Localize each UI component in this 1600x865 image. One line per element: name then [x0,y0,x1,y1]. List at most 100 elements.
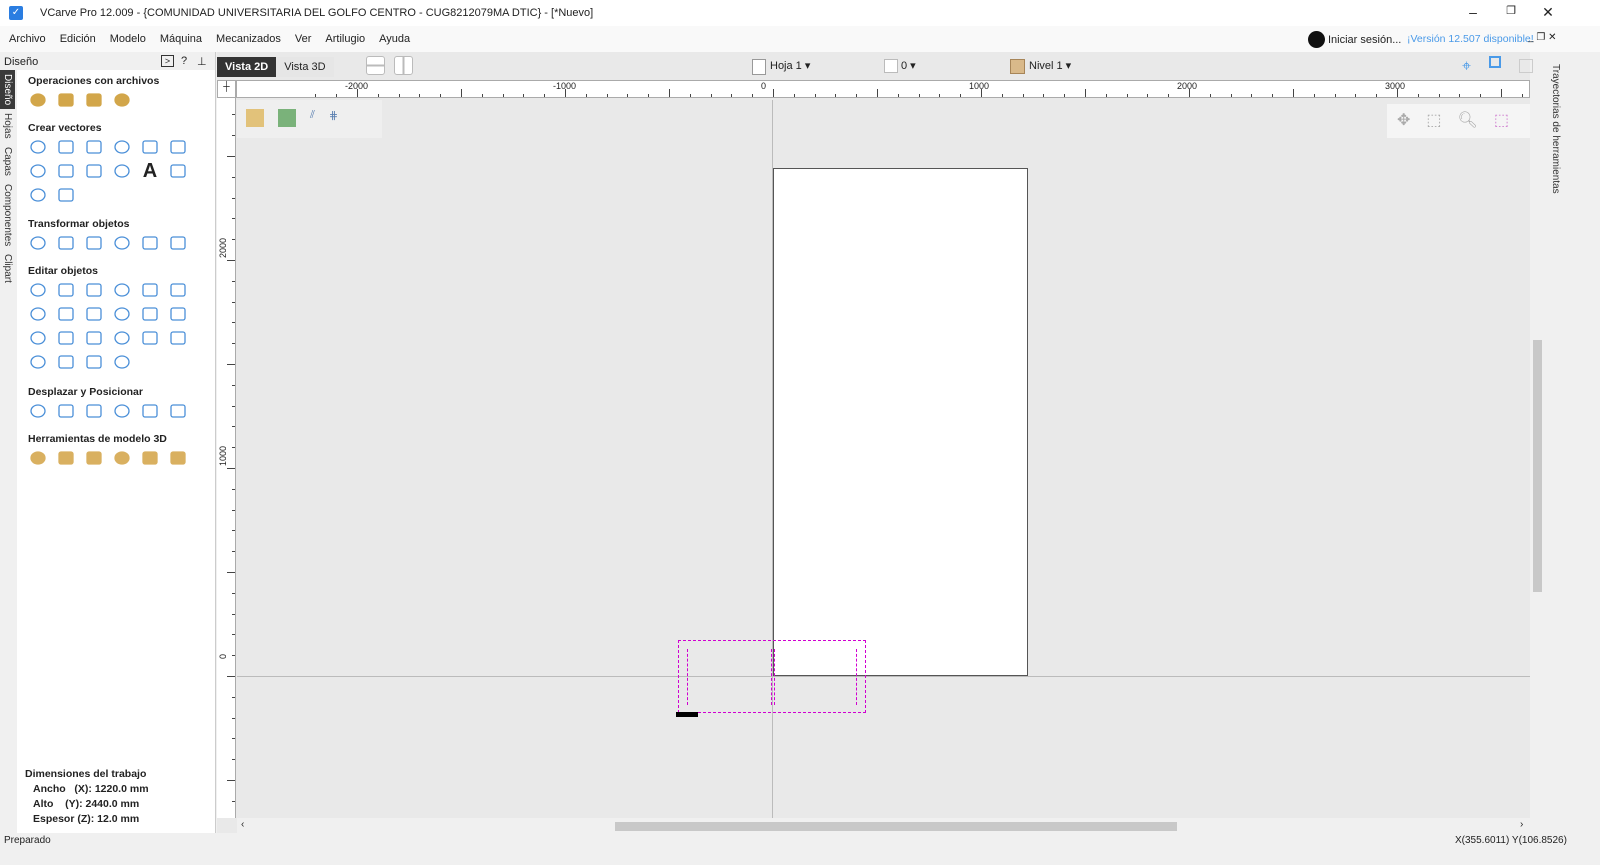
pan-icon[interactable]: ✥ [1397,110,1410,132]
smooth-icon[interactable] [83,327,105,349]
panel-window-controls[interactable]: _ ❐ ✕ [1528,32,1556,43]
fill-icon[interactable] [83,160,105,182]
measure-icon[interactable] [167,279,189,301]
split-horizontal-icon[interactable] [366,56,385,75]
menu-máquina[interactable]: Máquina [153,26,209,52]
sidebar-tab-clipart[interactable]: Clipart [0,250,15,287]
sidebar-tab-diseño[interactable]: Diseño [0,70,15,110]
transform-icon[interactable] [83,279,105,301]
zoom-box-icon[interactable]: ⬚ [1426,110,1441,132]
horizontal-scroll-thumb[interactable] [615,822,1177,831]
horizontal-scrollbar[interactable]: ‹ › [237,818,1530,833]
cylinder-icon[interactable] [83,447,105,469]
signin-button[interactable]: Iniciar sesión... [1308,31,1401,48]
drawing-icon[interactable] [111,160,133,182]
intersect-icon[interactable] [83,303,105,325]
label-icon[interactable] [167,400,189,422]
menu-mecanizados[interactable]: Mecanizados [209,26,288,52]
toolpaths-panel-tab[interactable]: Trayectorias de herramientas [1545,52,1567,833]
menu-ver[interactable]: Ver [288,26,319,52]
grid-icon[interactable] [1519,59,1533,73]
fillet-icon[interactable] [27,327,49,349]
scale-icon[interactable] [55,232,77,254]
update-link[interactable]: ¡Versión 12.507 disponible! [1407,33,1534,45]
scroll-left-icon[interactable]: ‹ [241,819,244,830]
drawing-view[interactable]: ⫽ ⋕ ✥ ⬚ 🔍︎ ⬚ [237,100,1530,818]
arc-icon[interactable] [27,160,49,182]
snap-icon[interactable]: ⌖ [1462,58,1471,76]
sidebar-tab-hojas[interactable]: Hojas [0,109,15,143]
plane-icon[interactable] [167,447,189,469]
sidebar-tab-componentes[interactable]: Componentes [0,180,15,250]
group-select-icon[interactable] [111,279,133,301]
extend-icon[interactable] [55,351,77,373]
component-3d-icon[interactable] [55,447,77,469]
zoom-page-icon[interactable]: 🔍︎ [1458,110,1478,132]
node-edit-icon[interactable] [55,279,77,301]
auto-text-icon[interactable] [167,160,189,182]
select-icon[interactable] [27,279,49,301]
join-icon[interactable] [139,279,161,301]
scroll-right-icon[interactable]: › [1520,819,1523,830]
sidebar-tab-capas[interactable]: Capas [0,143,15,180]
zoom-selection-icon[interactable]: ⬚ [1494,110,1509,132]
rectangle-icon[interactable] [83,136,105,158]
maximize-button[interactable]: ❐ [1496,4,1526,22]
split-vertical-icon[interactable] [394,56,413,75]
toolpath-icon[interactable]: ⫽ [310,109,315,129]
ellipse-icon[interactable] [55,136,77,158]
autohide-icon[interactable]: > [161,55,174,67]
text-on-curve-icon[interactable] [27,184,49,206]
new-file-icon[interactable] [27,89,49,111]
menu-ayuda[interactable]: Ayuda [372,26,417,52]
ruler-origin-icon[interactable]: ┼ [217,80,236,98]
arc-extend-icon[interactable] [83,351,105,373]
mirror-icon[interactable] [111,232,133,254]
menu-archivo[interactable]: Archivo [2,26,53,52]
selected-object-bbox[interactable] [676,640,866,717]
offset-icon[interactable] [111,327,133,349]
rounded-rect-icon[interactable] [27,351,49,373]
layer-3d-icon[interactable] [111,447,133,469]
model-3d-icon[interactable] [27,447,49,469]
pin-button[interactable]: ⊥ [197,55,207,68]
selection-handle[interactable] [676,712,698,717]
minimize-button[interactable]: – [1458,4,1488,22]
size-icon[interactable] [167,232,189,254]
array-icon[interactable] [55,400,77,422]
bitmap-icon[interactable] [167,327,189,349]
import-component-icon[interactable] [111,89,133,111]
help-button[interactable]: ? [181,55,187,67]
model-icon[interactable] [246,109,264,127]
align-icon[interactable] [83,232,105,254]
text-icon[interactable]: A [139,160,161,182]
nest-icon[interactable] [139,400,161,422]
angle-icon[interactable] [111,351,133,373]
trace-bitmap-icon[interactable] [55,184,77,206]
weld-icon[interactable] [27,303,49,325]
vertical-scroll-thumb[interactable] [1533,340,1542,592]
subtract-icon[interactable] [55,303,77,325]
curve-icon[interactable] [55,160,77,182]
tab-2d-view[interactable]: Vista 2D [217,57,277,77]
distort-icon[interactable] [139,232,161,254]
move-icon[interactable] [27,232,49,254]
chamfer-icon[interactable] [55,327,77,349]
close-button[interactable]: ✕ [1533,4,1563,22]
path-icon[interactable] [111,400,133,422]
bitmap-icon[interactable] [278,109,296,127]
polyline-icon[interactable] [167,136,189,158]
trim-icon[interactable] [111,303,133,325]
star-icon[interactable] [139,136,161,158]
toolpath-preview-icon[interactable]: ⋕ [329,109,338,129]
scissors-icon[interactable] [139,303,161,325]
copy-along-icon[interactable] [83,400,105,422]
menu-artilugio[interactable]: Artilugio [318,26,372,52]
dome-icon[interactable] [139,447,161,469]
tab-3d-view[interactable]: Vista 3D [276,57,334,77]
border-icon[interactable] [27,400,49,422]
validate-icon[interactable] [167,303,189,325]
level-selector[interactable]: Nivel 1 ▾ [1010,59,1071,74]
vertical-scrollbar[interactable] [1530,100,1545,818]
circle-icon[interactable] [27,136,49,158]
